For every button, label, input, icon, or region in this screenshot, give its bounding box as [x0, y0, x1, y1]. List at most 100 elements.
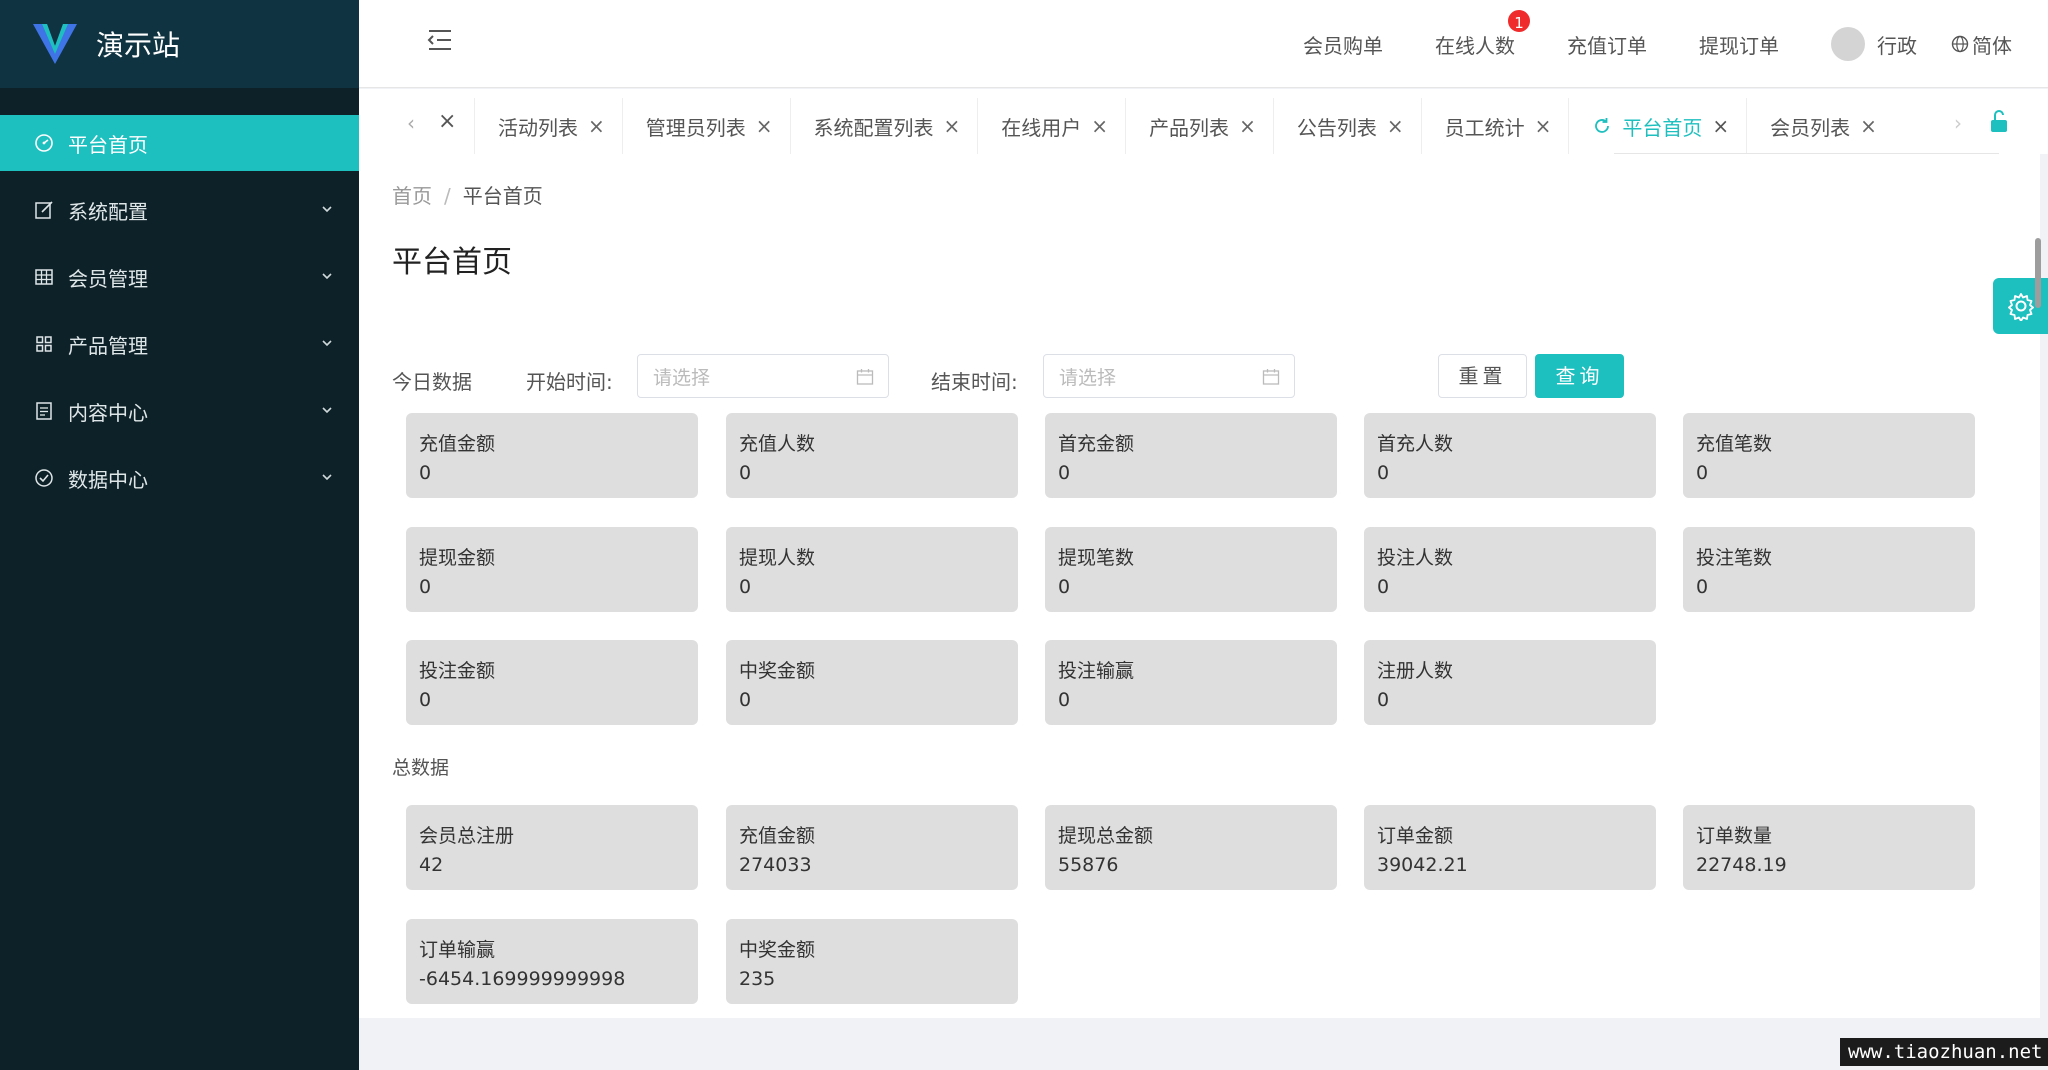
close-icon[interactable]: × — [756, 114, 773, 138]
stat-label: 订单输赢 — [419, 939, 496, 961]
reset-button[interactable]: 重置 — [1438, 354, 1527, 398]
stat-label: 充值人数 — [739, 433, 816, 455]
document-icon — [34, 401, 54, 421]
stat-value: 0 — [1377, 689, 1390, 711]
stat-label: 中奖金额 — [739, 660, 816, 682]
check-circle-icon — [34, 468, 54, 488]
globe-icon — [1951, 35, 1969, 53]
stat-card: 投注人数 0 — [1364, 527, 1656, 612]
stat-value: 0 — [1058, 462, 1071, 484]
sidebar-item-product-management[interactable]: 产品管理 — [0, 316, 359, 372]
tab-label: 产品列表 — [1149, 115, 1230, 140]
stat-value: 0 — [419, 689, 432, 711]
close-icon[interactable]: × — [1535, 114, 1552, 138]
breadcrumb-separator: / — [444, 184, 451, 208]
logo-icon — [33, 24, 77, 64]
chevron-down-icon — [322, 273, 332, 280]
stat-value: 235 — [739, 968, 776, 990]
stat-card: 充值金额 0 — [406, 413, 698, 498]
unlock-icon[interactable] — [1988, 109, 2010, 133]
watermark: www.tiaozhuan.net — [1840, 1038, 2048, 1066]
user-name: 行政 — [1877, 33, 1917, 58]
stat-value: 0 — [1058, 689, 1071, 711]
sidebar-item-system-config[interactable]: 系统配置 — [0, 182, 359, 238]
stat-card: 提现人数 0 — [726, 527, 1018, 612]
stat-card: 中奖金额 0 — [726, 640, 1018, 725]
sidebar-item-member-management[interactable]: 会员管理 — [0, 249, 359, 305]
total-stat-card: 提现总金额 55876 — [1045, 805, 1337, 890]
stat-value: 55876 — [1058, 854, 1119, 876]
stat-label: 充值金额 — [739, 825, 816, 847]
top-header: 会员购单 在线人数 1 充值订单 提现订单 行政 简体 — [359, 0, 2048, 88]
sidebar-item-label: 平台首页 — [68, 132, 148, 157]
close-icon[interactable]: × — [1860, 114, 1877, 138]
recharge-orders-link[interactable]: 充值订单 — [1567, 30, 1647, 59]
tabs-scroll-right-icon[interactable]: › — [1954, 111, 1962, 135]
date-filter: 今日数据 开始时间: 请选择 结束时间: 请选择 重置 查询 — [392, 354, 1692, 398]
tabs-scroll-left-icon[interactable]: ‹ — [407, 111, 415, 135]
user-menu[interactable]: 行政 — [1831, 27, 1917, 61]
language-switch[interactable]: 简体 — [1951, 30, 2012, 59]
stat-label: 充值金额 — [419, 433, 496, 455]
query-button[interactable]: 查询 — [1535, 354, 1624, 398]
end-date-input[interactable]: 请选择 — [1043, 354, 1295, 398]
tab-label: 公告列表 — [1296, 115, 1377, 140]
breadcrumb-current: 平台首页 — [462, 184, 543, 208]
stat-label: 充值笔数 — [1696, 433, 1773, 455]
start-time-label: 开始时间: — [526, 370, 613, 394]
member-purchase-link[interactable]: 会员购单 — [1303, 30, 1383, 59]
close-icon[interactable]: × — [1712, 114, 1729, 138]
refresh-icon[interactable] — [1592, 116, 1612, 136]
sidebar-item-label: 产品管理 — [68, 333, 148, 358]
online-users-label: 在线人数 — [1435, 33, 1515, 58]
tab-label: 活动列表 — [498, 115, 578, 140]
today-data-label: 今日数据 — [392, 370, 472, 394]
tab-system-config-list[interactable]: 系统配置列表 × — [789, 98, 978, 154]
close-icon[interactable]: × — [1387, 114, 1404, 138]
breadcrumb-home[interactable]: 首页 — [392, 184, 432, 208]
end-date-placeholder: 请选择 — [1059, 366, 1117, 389]
stat-label: 会员总注册 — [419, 825, 515, 847]
stat-label: 投注人数 — [1377, 547, 1454, 569]
close-icon[interactable]: × — [1091, 114, 1108, 138]
tab-product-list[interactable]: 产品列表 × — [1125, 98, 1273, 154]
stat-card: 首充金额 0 — [1045, 413, 1337, 498]
stat-card: 首充人数 0 — [1364, 413, 1656, 498]
close-icon[interactable]: × — [438, 109, 456, 134]
tab-online-users[interactable]: 在线用户 × — [977, 98, 1125, 154]
tab-activity-list[interactable]: 活动列表 × — [474, 98, 622, 154]
withdraw-orders-link[interactable]: 提现订单 — [1699, 30, 1779, 59]
tab-label: 系统配置列表 — [813, 115, 934, 140]
close-icon[interactable]: × — [588, 114, 605, 138]
sidebar-item-data-center[interactable]: 数据中心 — [0, 450, 359, 506]
start-date-input[interactable]: 请选择 — [637, 354, 889, 398]
sidebar-item-label: 系统配置 — [68, 199, 148, 224]
stat-card: 充值人数 0 — [726, 413, 1018, 498]
stat-value: 0 — [419, 576, 432, 598]
stat-value: 274033 — [739, 854, 812, 876]
stat-value: 22748.19 — [1696, 854, 1787, 876]
tab-platform-home[interactable]: 平台首页 × — [1568, 98, 1746, 154]
menu-collapse-icon[interactable] — [425, 28, 453, 52]
sidebar-item-platform-home[interactable]: 平台首页 — [0, 115, 359, 171]
tab-staff-stats[interactable]: 员工统计 × — [1420, 98, 1569, 154]
calendar-icon — [1262, 369, 1280, 385]
page-scrollbar[interactable] — [2035, 238, 2041, 308]
close-icon[interactable]: × — [944, 114, 961, 138]
tab-admin-list[interactable]: 管理员列表 × — [621, 98, 790, 154]
online-users-link[interactable]: 在线人数 1 — [1435, 7, 1532, 59]
tab-announcement-list[interactable]: 公告列表 × — [1272, 98, 1421, 154]
sidebar-item-content-center[interactable]: 内容中心 — [0, 383, 359, 439]
end-time-label: 结束时间: — [931, 370, 1018, 394]
sidebar-menu: 平台首页 系统配置 会员管理 产品管理 内容中心 数据中心 — [0, 115, 359, 506]
close-icon[interactable]: × — [1239, 114, 1256, 138]
stat-card: 注册人数 0 — [1364, 640, 1656, 725]
total-stat-card: 订单金额 39042.21 — [1364, 805, 1656, 890]
tabs-bar: ‹ × 活动列表 × 管理员列表 × 系统配置列表 × 在线用户 × 产品列表 × 公告列… — [359, 89, 2048, 154]
main-content: 首页 / 平台首页 平台首页 今日数据 开始时间: 请选择 结束时间: 请选择 重置… — [359, 154, 2040, 1018]
stat-value: 0 — [739, 462, 752, 484]
language-label: 简体 — [1972, 33, 2012, 58]
edit-icon — [34, 200, 54, 220]
tab-member-list[interactable]: 会员列表 × — [1746, 98, 1894, 154]
sidebar-item-label: 数据中心 — [68, 467, 148, 492]
